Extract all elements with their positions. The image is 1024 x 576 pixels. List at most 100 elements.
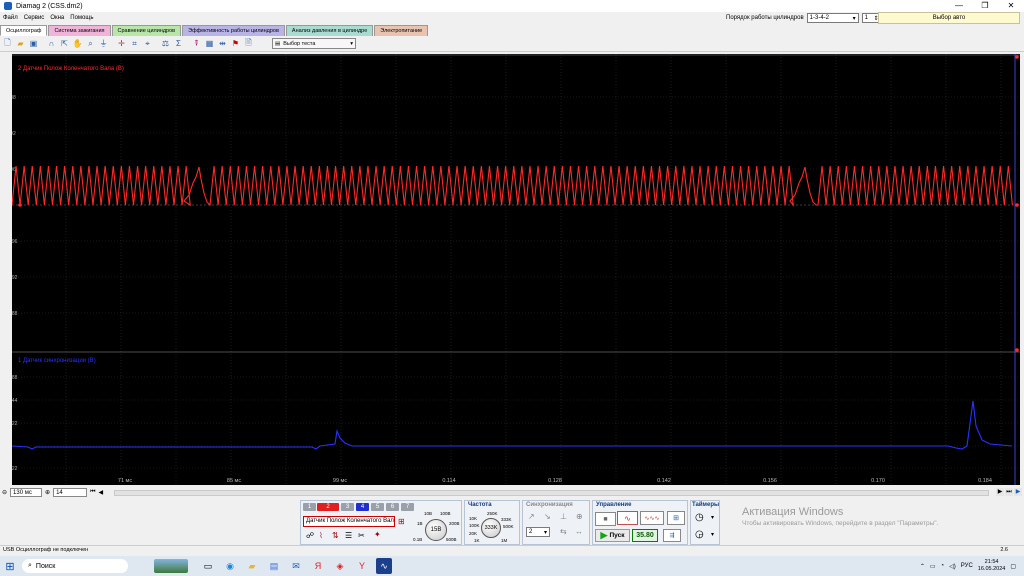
menu-help[interactable]: Помощь bbox=[67, 15, 96, 21]
record-button[interactable]: ⊞ bbox=[667, 511, 685, 525]
timebase-select[interactable]: 130 мс bbox=[10, 488, 43, 497]
pdf-icon[interactable]: ◈ bbox=[332, 558, 348, 574]
new-file-icon[interactable]: 🗋 bbox=[2, 38, 13, 49]
maximize-button[interactable]: ❐ bbox=[972, 0, 998, 12]
store-icon[interactable]: ▤ bbox=[266, 558, 282, 574]
sync-move-icon[interactable]: ↔ bbox=[575, 527, 583, 536]
cylinder-order-select[interactable]: 1-3-4-2 ▾ bbox=[806, 13, 859, 23]
tab-oscilloscope[interactable]: Осциллограф bbox=[0, 25, 48, 36]
clock[interactable]: 21:54 16.05.2024 bbox=[978, 559, 1006, 573]
horizontal-scrollbar[interactable] bbox=[114, 490, 989, 496]
widget-thumbnail[interactable] bbox=[154, 559, 188, 573]
task-view-icon[interactable]: ▭ bbox=[200, 558, 216, 574]
volume-icon[interactable]: ◁) bbox=[949, 563, 956, 570]
zoom-icon[interactable]: ⌕ bbox=[85, 38, 96, 49]
amplitude-knob[interactable]: 15В bbox=[425, 519, 447, 541]
page-select[interactable]: 14 bbox=[53, 488, 88, 497]
auto-button[interactable]: ⇶ bbox=[663, 529, 681, 542]
menu-service[interactable]: Сервис bbox=[21, 15, 48, 21]
sensor-settings-icon[interactable]: ⊞ bbox=[398, 517, 405, 526]
yandex-browser-icon[interactable]: Y bbox=[354, 558, 370, 574]
play-icon[interactable]: ▶ bbox=[1014, 488, 1022, 496]
channel-2-button[interactable]: 2 bbox=[317, 503, 339, 511]
car-select-button[interactable]: Выбор авто bbox=[878, 12, 1020, 24]
waveform-icon[interactable]: ⌇ bbox=[319, 531, 323, 540]
mail-icon[interactable]: ✉ bbox=[288, 558, 304, 574]
tab-cylinder-efficiency[interactable]: Эффективность работы цилиндров bbox=[182, 25, 285, 36]
stopwatch-icon[interactable]: ◶ bbox=[695, 529, 704, 540]
zoom-out-icon[interactable]: ⊖ bbox=[2, 489, 7, 496]
battery-icon[interactable]: ▭ bbox=[930, 563, 936, 570]
windows-start-icon[interactable]: ⊞ bbox=[0, 556, 20, 576]
menu-windows[interactable]: Окна bbox=[47, 15, 67, 21]
cross-cursor-icon[interactable]: ✛ bbox=[116, 38, 127, 49]
start-button[interactable]: ▶ Пуск bbox=[595, 529, 630, 542]
oscilloscope-display[interactable]: 2 Датчик Полож Коленчатого Вала (В) 1 Да… bbox=[12, 54, 1020, 485]
hand-icon[interactable]: ✋ bbox=[72, 38, 83, 49]
flash-icon[interactable]: ✦ bbox=[374, 530, 381, 539]
sensor-select[interactable]: Датчик Полож Коленчатого Вала bbox=[303, 516, 395, 527]
chevron-down-icon[interactable]: ▾ bbox=[711, 531, 714, 538]
diamag-app-icon[interactable]: ∿ bbox=[376, 558, 392, 574]
marker-icon[interactable]: ⍒ bbox=[191, 38, 202, 49]
grid-icon[interactable]: ⌗ bbox=[129, 38, 140, 49]
rising-edge-icon[interactable]: ↗ bbox=[528, 512, 535, 521]
timer-clock-icon[interactable]: ◷ bbox=[695, 512, 704, 523]
headphones-icon[interactable]: ∩ bbox=[46, 38, 57, 49]
sync-level-icon[interactable]: ⊥ bbox=[560, 512, 567, 521]
sync-channel-select[interactable]: 2 ▾ bbox=[526, 527, 550, 537]
prev-page-icon[interactable]: ◀ bbox=[98, 489, 103, 496]
multi-wave-button[interactable]: ∿∿∿ bbox=[640, 511, 664, 525]
sync-auto-icon[interactable]: ⇆ bbox=[560, 527, 567, 536]
split-icon[interactable]: ⇹ bbox=[217, 38, 228, 49]
measure-icon[interactable]: ⌖ bbox=[142, 38, 153, 49]
language-indicator[interactable]: РУС bbox=[961, 563, 973, 569]
tab-pressure-analysis[interactable]: Анализ давления в цилиндре bbox=[285, 25, 374, 36]
frequency-knob[interactable]: 333K bbox=[481, 518, 501, 538]
next-page-icon[interactable]: ▶ bbox=[996, 488, 1004, 496]
flag-icon[interactable]: ⚑ bbox=[230, 38, 241, 49]
minimize-button[interactable]: — bbox=[946, 0, 972, 12]
menu-file[interactable]: Файл bbox=[0, 15, 21, 21]
test-select[interactable]: ▤ Выбор теста ▾ bbox=[272, 38, 356, 49]
table-icon[interactable]: ▦ bbox=[204, 38, 215, 49]
tab-ignition[interactable]: Система зажигания bbox=[48, 25, 111, 36]
last-page-icon[interactable]: ⏭ bbox=[1005, 488, 1013, 496]
probe-icon[interactable]: ☍ bbox=[306, 531, 314, 540]
save-icon[interactable]: ▣ bbox=[28, 38, 39, 49]
document-icon[interactable]: 🗎 bbox=[243, 38, 254, 49]
chevron-down-icon[interactable]: ▾ bbox=[711, 514, 714, 521]
ch1-bottom-marker[interactable] bbox=[1015, 348, 1019, 352]
edge-icon[interactable]: ◉ bbox=[222, 558, 238, 574]
sync-settings-icon[interactable]: ⊕ bbox=[576, 512, 583, 521]
ch1-zero-marker[interactable] bbox=[18, 203, 22, 207]
notification-icon[interactable]: ▢ bbox=[1010, 563, 1016, 570]
falling-edge-icon[interactable]: ↘ bbox=[544, 512, 551, 521]
invert-icon[interactable]: ⇅ bbox=[332, 531, 339, 540]
channel-3-button[interactable]: 3 bbox=[341, 503, 354, 511]
tab-cylinder-compare[interactable]: Сравнение цилиндров bbox=[111, 25, 182, 36]
sine-mode-button[interactable]: ∿ bbox=[617, 511, 638, 525]
ch1-top-marker[interactable] bbox=[1015, 55, 1019, 59]
yandex-icon[interactable]: Я bbox=[310, 558, 326, 574]
open-folder-icon[interactable]: ▰ bbox=[15, 38, 26, 49]
channel-1-button[interactable]: 1 bbox=[303, 503, 316, 511]
scale-icon[interactable]: ⚖ bbox=[160, 38, 171, 49]
scissors-icon[interactable]: ✂ bbox=[358, 531, 365, 540]
network-icon[interactable]: ◔ bbox=[941, 563, 945, 569]
close-button[interactable]: ✕ bbox=[998, 0, 1024, 12]
channel-5-button[interactable]: 5 bbox=[371, 503, 384, 511]
channel-7-button[interactable]: 7 bbox=[401, 503, 414, 511]
sigma-icon[interactable]: Σ bbox=[173, 38, 184, 49]
file-explorer-icon[interactable]: ▰ bbox=[244, 558, 260, 574]
filter-icon[interactable]: ⏚ bbox=[98, 38, 109, 49]
channel-6-button[interactable]: 6 bbox=[386, 503, 399, 511]
zoom-in-icon[interactable]: ⊕ bbox=[45, 489, 50, 496]
tab-power-supply[interactable]: Электропитание bbox=[374, 25, 429, 36]
stop-button[interactable]: ■ bbox=[595, 512, 616, 526]
first-page-icon[interactable]: ⏮ bbox=[90, 489, 95, 496]
cursor-icon[interactable]: ⇱ bbox=[59, 38, 70, 49]
chevron-up-icon[interactable]: ⌃ bbox=[920, 563, 925, 570]
channel-4-button[interactable]: 4 bbox=[356, 503, 369, 511]
taskbar-search[interactable]: ⌕ Поиск bbox=[22, 559, 128, 573]
